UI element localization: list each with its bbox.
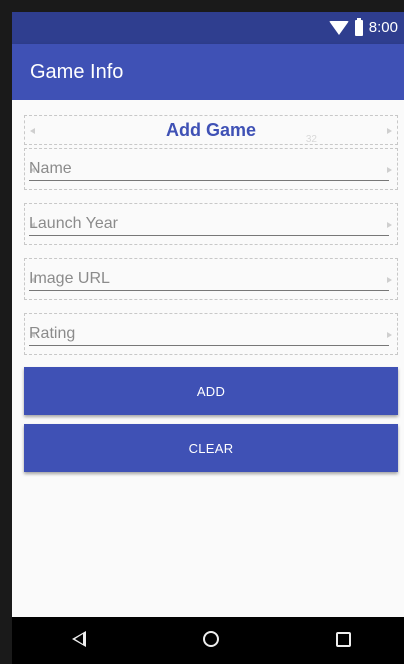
- image-url-field-row: [24, 258, 398, 300]
- heading-inner: Add Game 32: [25, 116, 397, 145]
- battery-icon: [354, 18, 363, 36]
- name-field-row: [24, 148, 398, 190]
- page-title: Add Game: [165, 120, 257, 140]
- heading-row: Add Game 32: [24, 115, 398, 145]
- status-time: 8:00: [368, 19, 398, 36]
- constraint-label: 32: [305, 134, 317, 145]
- status-bar: 8:00: [12, 12, 404, 44]
- app-bar: Game Info: [12, 44, 404, 100]
- launch-year-field-row: [24, 203, 398, 245]
- launch-year-input[interactable]: [29, 212, 389, 236]
- clear-button[interactable]: CLEAR: [24, 424, 398, 472]
- form-content: Add Game 32 ADD CLEAR: [12, 100, 404, 617]
- name-input[interactable]: [29, 157, 389, 181]
- wifi-icon: [328, 21, 349, 35]
- phone-screen: 8:00 Game Info Add Game 32 Name Launch Y…: [12, 12, 404, 664]
- app-title: Game Info: [30, 61, 124, 83]
- home-icon[interactable]: [203, 631, 219, 647]
- navigation-bar: [12, 617, 404, 664]
- image-url-input[interactable]: [29, 267, 389, 291]
- add-button[interactable]: ADD: [24, 367, 398, 415]
- recent-apps-icon[interactable]: [336, 632, 351, 647]
- rating-field-row: [24, 313, 398, 355]
- back-icon[interactable]: [72, 631, 86, 647]
- rating-input[interactable]: [29, 322, 389, 346]
- status-right: 8:00: [328, 18, 398, 38]
